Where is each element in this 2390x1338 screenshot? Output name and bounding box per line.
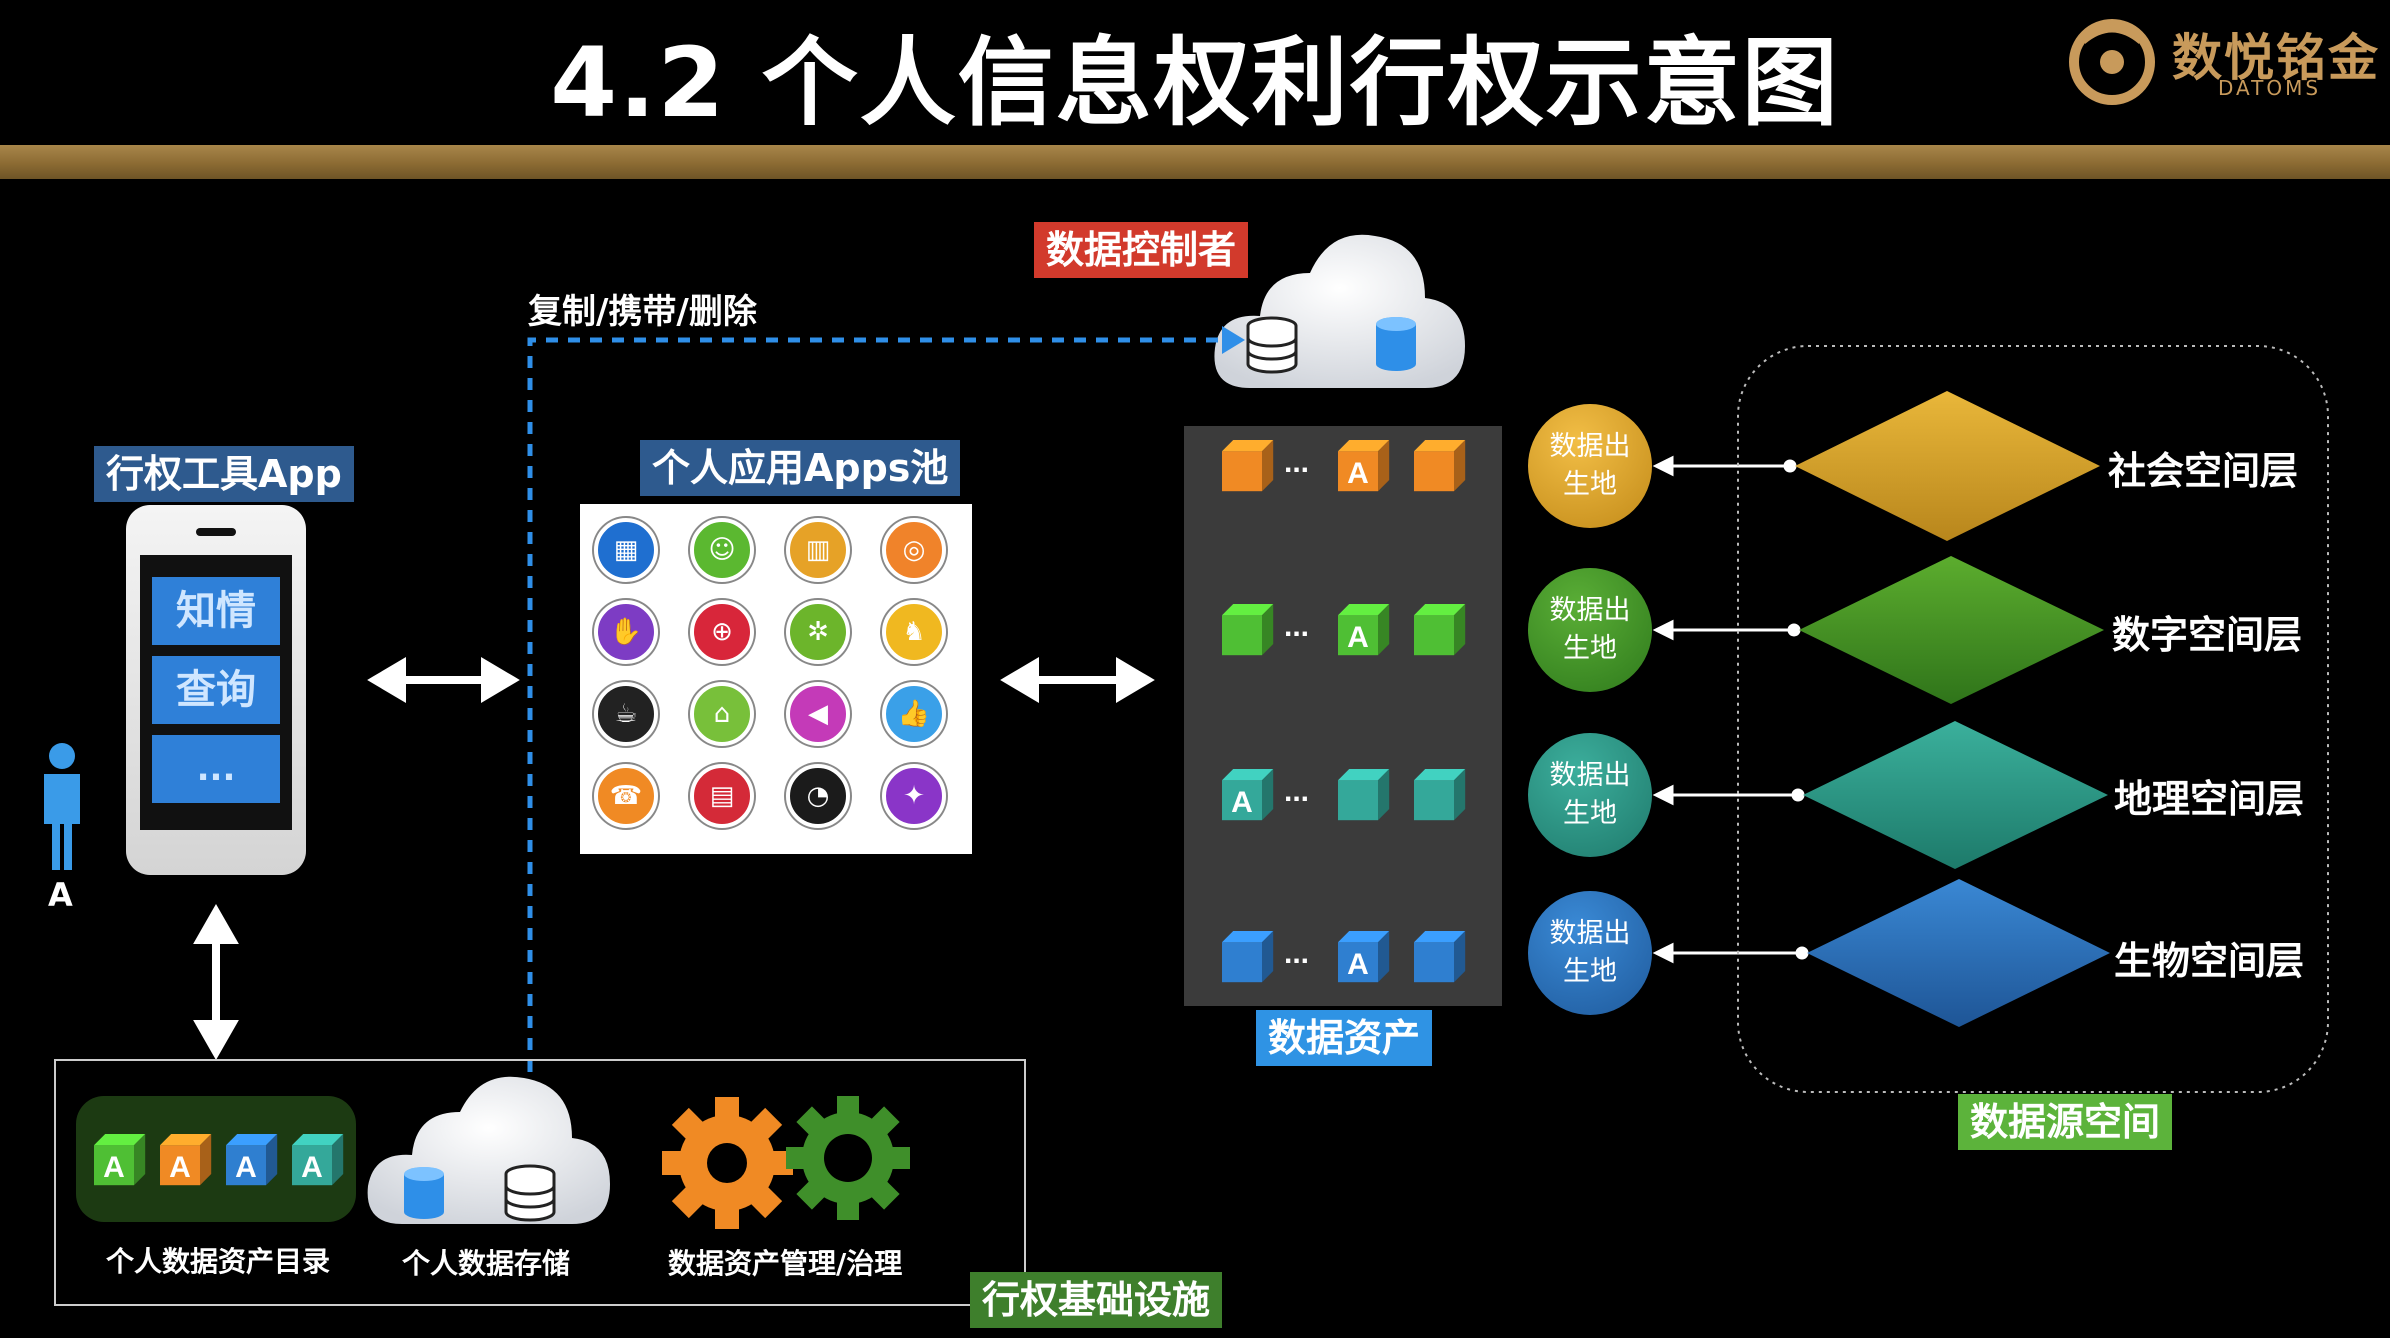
asset-catalog-cubes: AAAA: [94, 1134, 344, 1186]
calculator-icon[interactable]: ▦: [594, 518, 658, 582]
data-asset-cube-a: A: [226, 1134, 278, 1186]
thumbs-up-icon[interactable]: 👍: [882, 682, 946, 746]
know-button[interactable]: 知情: [152, 577, 280, 645]
query-button[interactable]: 查询: [152, 656, 280, 724]
cube-marker: A: [301, 1151, 323, 1184]
data-asset-cube: [1222, 440, 1274, 492]
data-asset-cube-a: A: [160, 1134, 212, 1186]
ellipsis: ...: [1284, 937, 1309, 970]
phone-icon[interactable]: ☎: [594, 764, 658, 828]
apps-pool-label: 个人应用Apps池: [640, 440, 961, 496]
person-label: A: [48, 876, 73, 914]
layer-social-label: 社会空间层: [2108, 449, 2299, 493]
speaker-icon[interactable]: ◀: [786, 682, 850, 746]
data-origin-label: 数据出生地: [1549, 431, 1631, 500]
bulb-icon[interactable]: ✦: [882, 764, 946, 828]
data-origin-label: 数据出生地: [1549, 918, 1631, 987]
layer-digital-label: 数字空间层: [2112, 613, 2303, 657]
storage-label: 个人数据存储: [402, 1247, 571, 1280]
news-icon[interactable]: ▤: [690, 764, 754, 828]
tool-app-label: 行权工具App: [94, 446, 354, 502]
data-origin-social: 数据出生地: [1528, 404, 1652, 528]
layer-geo-label: 地理空间层: [2114, 777, 2305, 821]
infrastructure-label: 行权基础设施: [970, 1272, 1223, 1328]
phone-speaker: [196, 528, 236, 536]
asset-catalog-label: 个人数据资产目录: [106, 1245, 331, 1278]
data-asset-cube-a: A: [94, 1134, 146, 1186]
ellipsis: ...: [1284, 446, 1309, 479]
globe-icon[interactable]: ⊕: [690, 600, 754, 664]
data-asset-cube: [1414, 769, 1466, 821]
data-asset-cube: [1414, 440, 1466, 492]
geo-layer-diamond: [1803, 721, 2108, 869]
gears-icon[interactable]: ✲: [786, 600, 850, 664]
bio-layer-diamond: [1807, 879, 2110, 1027]
database-icon: [504, 1164, 556, 1222]
data-assets-label: 数据资产: [1256, 1010, 1433, 1066]
handshake-icon[interactable]: ✋: [594, 600, 658, 664]
data-assets-cubes: ... A... A A...... A: [1222, 440, 1466, 983]
gears-icon: [662, 1096, 910, 1229]
cube-marker: A: [169, 1151, 191, 1184]
home-icon[interactable]: ⌂: [690, 682, 754, 746]
data-asset-cube: [1222, 604, 1274, 656]
coffee-icon[interactable]: ☕: [594, 682, 658, 746]
people-icon[interactable]: ☺: [690, 518, 754, 582]
data-origin-geo: 数据出生地: [1528, 733, 1652, 857]
more-button[interactable]: ...: [152, 735, 280, 803]
digital-layer-diamond: [1799, 556, 2104, 704]
data-origin-bio: 数据出生地: [1528, 891, 1652, 1015]
data-asset-cube-a: A: [1338, 604, 1390, 656]
social-layer-diamond: [1795, 391, 2100, 541]
ellipsis: ...: [1284, 610, 1309, 643]
cube-marker: A: [1347, 621, 1369, 654]
database-blue-icon: [404, 1167, 444, 1219]
layer-bio-label: 生物空间层: [2114, 939, 2305, 983]
data-asset-cube-a: A: [1338, 931, 1390, 983]
chess-icon[interactable]: ♞: [882, 600, 946, 664]
layer-diamonds: [1795, 391, 2110, 1027]
cube-marker: A: [1231, 786, 1253, 819]
cube-marker: A: [1347, 457, 1369, 490]
data-asset-cube-a: A: [1222, 769, 1274, 821]
data-origin-label: 数据出生地: [1549, 760, 1631, 829]
cube-marker: A: [103, 1151, 125, 1184]
target-icon[interactable]: ◎: [882, 518, 946, 582]
governance-label: 数据资产管理/治理: [668, 1247, 903, 1280]
data-asset-cube: [1222, 931, 1274, 983]
data-asset-cube: [1338, 769, 1390, 821]
data-origin-label: 数据出生地: [1549, 595, 1631, 664]
pie-chart-icon[interactable]: ◔: [786, 764, 850, 828]
ellipsis: ...: [1284, 775, 1309, 808]
cube-marker: A: [235, 1151, 257, 1184]
data-asset-cube-a: A: [292, 1134, 344, 1186]
chart-icon[interactable]: ▥: [786, 518, 850, 582]
person-icon: [44, 743, 80, 870]
data-asset-cube: [1414, 931, 1466, 983]
data-asset-cube: [1414, 604, 1466, 656]
cube-marker: A: [1347, 948, 1369, 981]
apps-grid: ▦ ☺ ▥ ◎ ✋ ⊕ ✲ ♞ ☕ ⌂ ◀ 👍 ☎ ▤ ◔ ✦: [594, 518, 964, 828]
data-source-space-label: 数据源空间: [1958, 1094, 2173, 1150]
storage-cloud: [367, 1076, 610, 1224]
data-asset-cube-a: A: [1338, 440, 1390, 492]
data-origin-digital: 数据出生地: [1528, 568, 1652, 692]
